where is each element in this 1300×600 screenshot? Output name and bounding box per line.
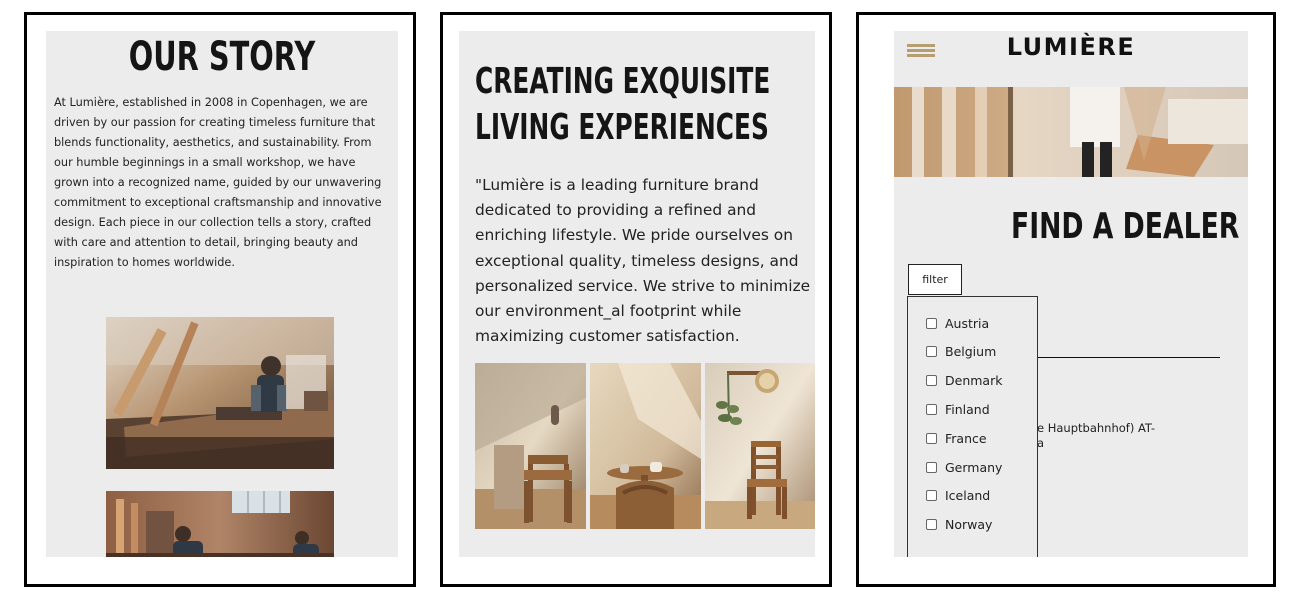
country-label: Finland [945, 401, 990, 417]
brand-logo[interactable]: LUMIÈRE [894, 33, 1248, 61]
country-label: Germany [945, 459, 1003, 475]
country-filter-option[interactable]: Iceland [926, 486, 990, 506]
dealer-hero-photo [894, 87, 1248, 177]
interior-plant-photo [705, 363, 815, 529]
checkbox-icon[interactable] [926, 461, 937, 473]
country-filter-option[interactable]: Austria [926, 313, 989, 333]
interior-chair-photo [475, 363, 586, 529]
woodworkers-workshop-photo [106, 491, 334, 557]
our-story-panel: OUR STORY At Lumière, established in 200… [46, 31, 398, 557]
filter-button[interactable]: filter [908, 264, 962, 295]
checkbox-icon[interactable] [926, 519, 937, 531]
country-filter-option[interactable]: Finland [926, 399, 990, 419]
interior-table-photo [590, 363, 701, 529]
country-label: Austria [945, 315, 990, 331]
checkbox-icon[interactable] [926, 375, 937, 387]
dealer-list-divider [1038, 357, 1220, 358]
find-dealer-title: FIND A DEALER [1011, 206, 1240, 247]
checkbox-icon[interactable] [926, 432, 937, 444]
craftsman-workshop-photo [106, 317, 334, 469]
showroom-image [894, 87, 1248, 177]
country-label: Iceland [945, 488, 991, 504]
workshop-team-image [106, 491, 334, 557]
country-filter-dropdown: Austria Belgium Denmark Finland France German… [907, 296, 1038, 557]
wooden-chair-image [475, 363, 586, 529]
find-dealer-screen: LUMIÈRE FIND A DEALER filter e Hauptbahn… [856, 12, 1276, 587]
chair-and-plant-image [705, 363, 815, 529]
find-dealer-panel: LUMIÈRE FIND A DEALER filter e Hauptbahn… [894, 31, 1248, 557]
living-experience-panel: CREATING EXQUISITE LIVING EXPERIENCES "L… [459, 31, 815, 557]
country-filter-option[interactable]: Belgium [926, 342, 996, 362]
dealer-address-snippet: e Hauptbahnhof) AT- a [1037, 421, 1156, 450]
our-story-screen: OUR STORY At Lumière, established in 200… [24, 12, 416, 587]
country-filter-option[interactable]: Germany [926, 457, 1002, 477]
country-filter-option[interactable]: Norway [926, 515, 992, 535]
country-filter-option[interactable]: France [926, 428, 987, 448]
country-label: Belgium [945, 344, 997, 360]
country-label: France [945, 430, 987, 446]
country-label: Denmark [945, 373, 1003, 389]
our-story-text: At Lumière, established in 2008 in Copen… [54, 96, 382, 269]
living-experience-screen: CREATING EXQUISITE LIVING EXPERIENCES "L… [440, 12, 832, 587]
country-label: Norway [945, 517, 993, 533]
country-filter-option[interactable]: Denmark [926, 371, 1002, 391]
brand-description-quote: "Lumière is a leading furniture brand de… [475, 176, 811, 346]
checkbox-icon[interactable] [926, 346, 937, 358]
living-experiences-heading: CREATING EXQUISITE LIVING EXPERIENCES [475, 61, 771, 148]
checkbox-icon[interactable] [926, 490, 937, 502]
our-story-title: OUR STORY [128, 34, 316, 80]
checkbox-icon[interactable] [926, 317, 937, 329]
checkbox-icon[interactable] [926, 403, 937, 415]
wooden-table-image [590, 363, 701, 529]
workshop-woodworker-image [106, 317, 334, 469]
